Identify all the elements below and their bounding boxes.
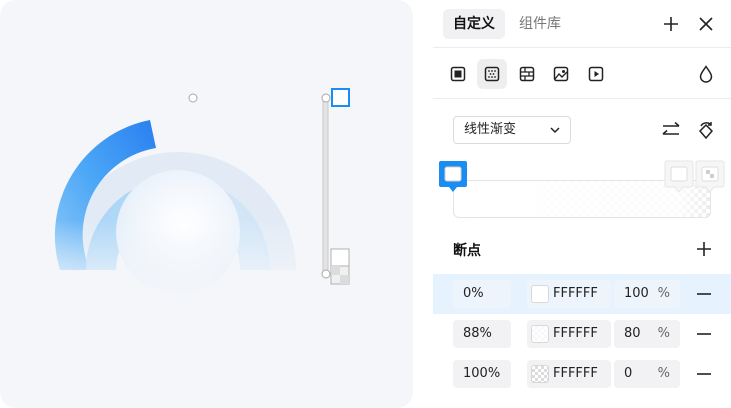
add-stop-button[interactable]: [695, 240, 713, 258]
image-fill-icon: [553, 66, 569, 82]
stop-color-hex: FFFFFF: [553, 366, 598, 381]
rotate-gradient-button[interactable]: [694, 118, 718, 142]
stop-color-input[interactable]: FFFFFF: [527, 280, 611, 308]
solid-fill-icon: [450, 66, 466, 82]
drop-icon: [699, 65, 713, 83]
close-icon: [699, 17, 713, 31]
color-swatch[interactable]: [531, 365, 549, 383]
fill-type-pattern[interactable]: [512, 59, 542, 89]
tab-custom[interactable]: 自定义: [443, 9, 505, 39]
panel-tabs: 自定义 组件库: [433, 0, 731, 48]
stop-color-hex: FFFFFF: [553, 326, 598, 341]
minus-icon: [697, 333, 711, 335]
stop-row[interactable]: 88% FFFFFF 80%: [433, 314, 731, 354]
swap-icon: [662, 121, 680, 135]
stop-position-value: 100%: [463, 366, 501, 381]
fill-type-video[interactable]: [581, 59, 611, 89]
stop-opacity-input[interactable]: 0%: [614, 360, 680, 388]
add-button[interactable]: [659, 12, 683, 36]
gauge-preview: [40, 88, 350, 300]
fill-type-image[interactable]: [546, 59, 576, 89]
rotate-icon: [698, 122, 714, 140]
stop-color-hex: FFFFFF: [553, 286, 598, 301]
opacity-unit: %: [657, 286, 670, 301]
stop-position-value: 88%: [463, 326, 492, 341]
close-button[interactable]: [694, 12, 718, 36]
canvas-preview[interactable]: [0, 0, 413, 408]
remove-stop-button[interactable]: [696, 366, 712, 382]
stop-opacity-value: 80: [624, 326, 641, 341]
stop-row[interactable]: 0% FFFFFF 100%: [433, 274, 731, 314]
remove-stop-button[interactable]: [696, 326, 712, 342]
fill-type-bar: [433, 49, 731, 99]
minus-icon: [697, 293, 711, 295]
gradient-stop-marker-100[interactable]: [695, 160, 725, 194]
opacity-button[interactable]: [691, 59, 721, 89]
stop-color-input[interactable]: FFFFFF: [527, 320, 611, 348]
opacity-unit: %: [657, 366, 670, 381]
stop-color-input[interactable]: FFFFFF: [527, 360, 611, 388]
fill-panel: 自定义 组件库 线性渐变 断点 0% FFFFFF 100 % 88% FFFF…: [433, 0, 731, 408]
stop-opacity-value: 100: [624, 286, 649, 301]
gradient-start-handle[interactable]: [321, 93, 331, 103]
stop-position-input[interactable]: 88%: [453, 320, 511, 348]
color-swatch[interactable]: [531, 325, 549, 343]
plus-icon: [664, 17, 678, 31]
plus-icon: [697, 242, 711, 256]
gradient-fill-icon: [484, 66, 500, 82]
pattern-fill-icon: [519, 66, 535, 82]
remove-stop-button[interactable]: [696, 286, 712, 302]
stop-row[interactable]: 100% FFFFFF 0%: [433, 354, 731, 394]
gradient-direction-line[interactable]: [322, 97, 329, 275]
rotation-handle[interactable]: [188, 93, 198, 103]
stop-position-input[interactable]: 100%: [453, 360, 511, 388]
color-swatch[interactable]: [531, 285, 549, 303]
minus-icon: [697, 373, 711, 375]
fill-type-gradient[interactable]: [477, 59, 507, 89]
chevron-down-icon: [550, 127, 560, 134]
gradient-stop-marker-88[interactable]: [664, 160, 694, 194]
canvas-stop-88[interactable]: [330, 248, 350, 268]
stop-opacity-input[interactable]: 100%: [614, 280, 680, 308]
stop-opacity-value: 0: [624, 366, 633, 381]
video-fill-icon: [588, 66, 604, 82]
opacity-unit: %: [657, 326, 670, 341]
gradient-stop-marker-0[interactable]: [438, 160, 468, 194]
stop-position-input[interactable]: 0%: [453, 280, 511, 308]
fill-type-solid[interactable]: [443, 59, 473, 89]
gradient-end-handle[interactable]: [321, 269, 331, 279]
canvas-stop-0[interactable]: [331, 88, 350, 107]
stop-opacity-input[interactable]: 80%: [614, 320, 680, 348]
gradient-type-label: 线性渐变: [464, 122, 517, 137]
stop-position-value: 0%: [463, 286, 484, 301]
reverse-gradient-button[interactable]: [659, 118, 683, 142]
gradient-type-select[interactable]: 线性渐变: [453, 116, 571, 144]
stops-section-title: 断点: [453, 243, 481, 259]
tab-component-library[interactable]: 组件库: [509, 9, 571, 39]
